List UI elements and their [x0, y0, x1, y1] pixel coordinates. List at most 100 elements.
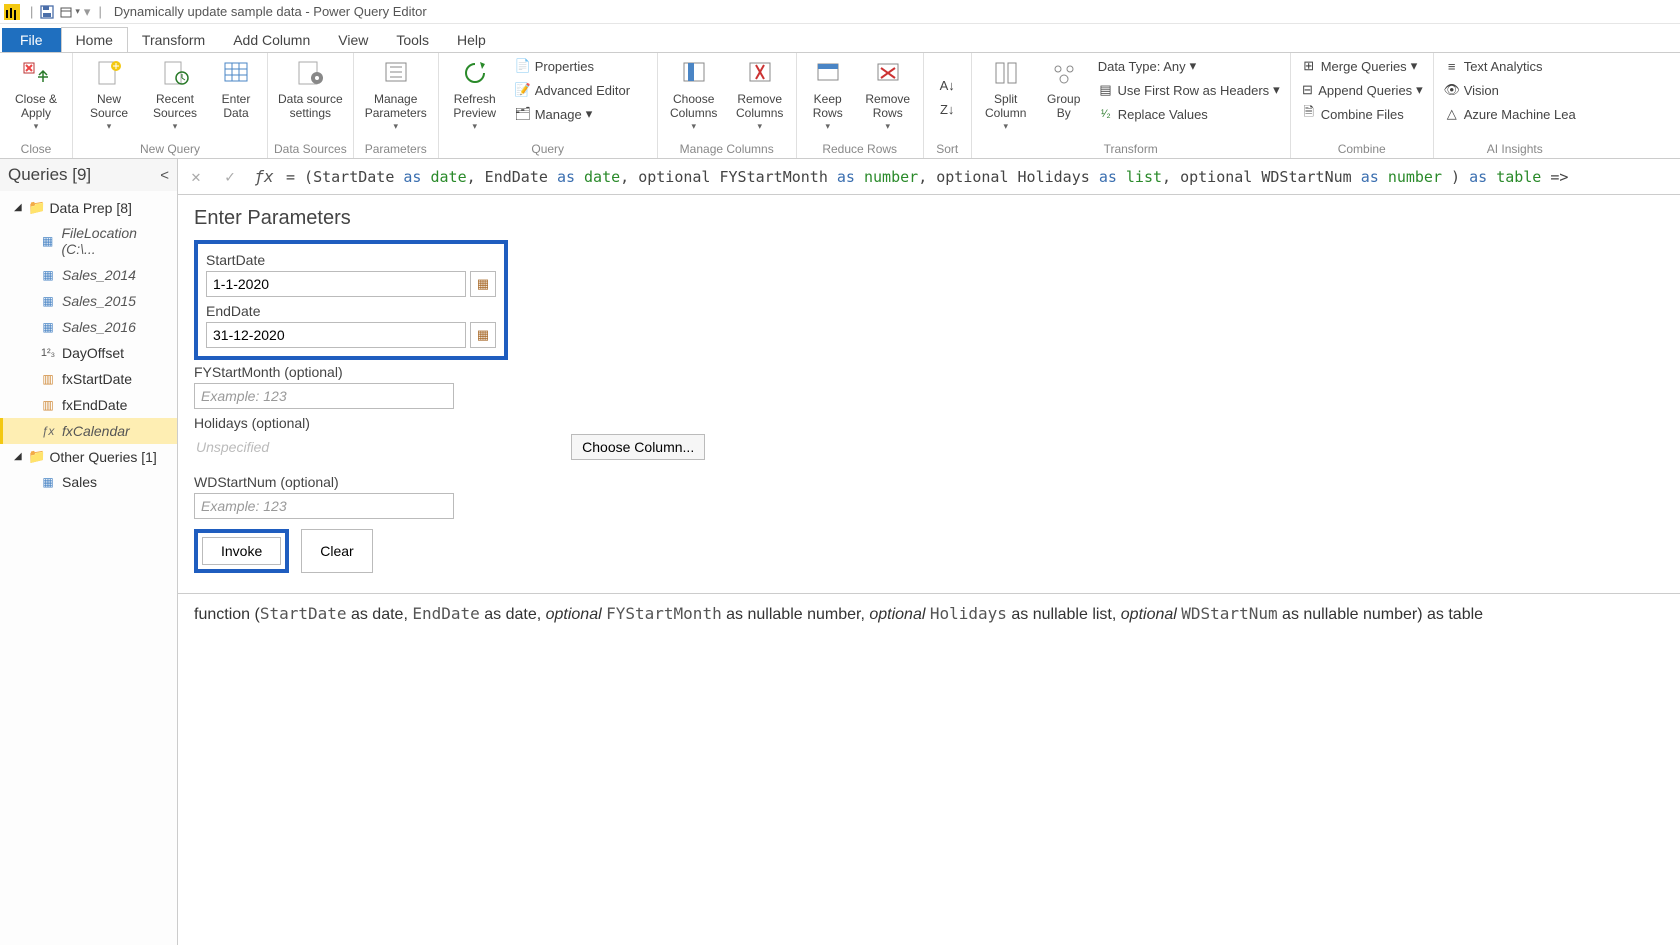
- formula-input[interactable]: = (StartDate as date, EndDate as date, o…: [286, 168, 1674, 186]
- new-source-icon: [93, 57, 125, 89]
- calendar-icon: ▦: [477, 327, 489, 343]
- sort-asc-icon: A↓: [940, 78, 955, 93]
- manage-parameters-icon: [380, 57, 412, 89]
- menu-strip: File Home Transform Add Column View Tool…: [0, 24, 1680, 52]
- split-column-icon: [990, 57, 1022, 89]
- tab-addcolumn[interactable]: Add Column: [219, 28, 324, 52]
- startdate-input[interactable]: [206, 271, 466, 297]
- query-sales-2014[interactable]: Sales_2014: [0, 262, 177, 288]
- query-dayoffset[interactable]: DayOffset: [0, 340, 177, 366]
- queries-group-dataprep[interactable]: ◢ 📁 Data Prep [8]: [0, 195, 177, 220]
- refresh-preview-button[interactable]: Refresh Preview ▾: [445, 55, 505, 133]
- new-source-button[interactable]: New Source ▾: [79, 55, 139, 133]
- headers-icon: ▤: [1098, 82, 1114, 98]
- replace-values-button[interactable]: ¹⁄₂Replace Values: [1094, 103, 1284, 125]
- enddate-picker-button[interactable]: ▦: [470, 322, 496, 348]
- wdstartnum-input[interactable]: [194, 493, 454, 519]
- function-icon: [40, 423, 56, 439]
- append-icon: ⊟: [1301, 82, 1315, 98]
- fystartmonth-label: FYStartMonth (optional): [194, 364, 1664, 380]
- parameters-panel: Enter Parameters StartDate ▦ EndDate ▦: [178, 195, 1680, 583]
- sort-asc-button[interactable]: A↓: [931, 75, 963, 97]
- holidays-label: Holidays (optional): [194, 415, 1664, 431]
- manage-button[interactable]: 🗂Manage ▾: [511, 103, 651, 125]
- queries-header: Queries [9] <: [0, 159, 177, 191]
- group-by-button[interactable]: Group By: [1040, 55, 1088, 123]
- enddate-label: EndDate: [206, 303, 496, 319]
- window-title: Dynamically update sample data - Power Q…: [114, 4, 427, 19]
- folder-icon: 📁: [28, 448, 45, 465]
- highlight-invoke-box: Invoke: [194, 529, 289, 573]
- qat-save-icon[interactable]: [37, 2, 57, 22]
- parameters-title: Enter Parameters: [194, 207, 1664, 230]
- manage-parameters-button[interactable]: Manage Parameters ▾: [360, 55, 432, 133]
- enter-data-icon: [220, 57, 252, 89]
- query-fxcalendar[interactable]: fxCalendar: [0, 418, 177, 444]
- text-analytics-button[interactable]: ≡Text Analytics: [1440, 55, 1590, 77]
- expand-icon: ◢: [14, 451, 24, 462]
- folder-icon: 📁: [28, 199, 45, 216]
- properties-button[interactable]: 📄Properties: [511, 55, 651, 77]
- choose-columns-button[interactable]: Choose Columns▾: [664, 55, 724, 133]
- holidays-unspecified: Unspecified: [194, 435, 271, 459]
- tab-view[interactable]: View: [324, 28, 382, 52]
- param-icon: [40, 233, 55, 249]
- startdate-picker-button[interactable]: ▦: [470, 271, 496, 297]
- tab-file[interactable]: File: [2, 28, 61, 52]
- remove-rows-button[interactable]: Remove Rows▾: [859, 55, 917, 133]
- append-queries-button[interactable]: ⊟Append Queries ▾: [1297, 79, 1427, 101]
- tab-help[interactable]: Help: [443, 28, 500, 52]
- clear-button[interactable]: Clear: [301, 529, 372, 573]
- sort-desc-button[interactable]: Z↓: [931, 99, 963, 121]
- cancel-formula-button[interactable]: ✕: [184, 165, 208, 189]
- app-icon: [4, 4, 20, 20]
- advanced-editor-button[interactable]: 📝Advanced Editor: [511, 79, 651, 101]
- remove-columns-icon: [744, 57, 776, 89]
- choose-column-button[interactable]: Choose Column...: [571, 434, 705, 460]
- choose-columns-icon: [678, 57, 710, 89]
- replace-icon: ¹⁄₂: [1098, 106, 1114, 122]
- combine-files-button[interactable]: 🗎Combine Files: [1297, 103, 1427, 125]
- combine-files-icon: 🗎: [1301, 106, 1317, 122]
- data-source-settings-icon: [294, 57, 326, 89]
- data-source-settings-button[interactable]: Data source settings: [274, 55, 346, 123]
- azure-ml-button[interactable]: △Azure Machine Lea: [1440, 103, 1590, 125]
- invoke-button[interactable]: Invoke: [202, 537, 281, 565]
- highlight-dates-box: StartDate ▦ EndDate ▦: [194, 240, 508, 360]
- wdstartnum-label: WDStartNum (optional): [194, 474, 1664, 490]
- expand-icon: ◢: [14, 202, 24, 213]
- function-signature: function (StartDate as date, EndDate as …: [178, 594, 1680, 634]
- qat-options-icon[interactable]: [57, 2, 77, 22]
- tab-home[interactable]: Home: [61, 27, 128, 52]
- query-fxenddate[interactable]: fxEndDate: [0, 392, 177, 418]
- query-fxstartdate[interactable]: fxStartDate: [0, 366, 177, 392]
- tab-transform[interactable]: Transform: [128, 28, 219, 52]
- startdate-label: StartDate: [206, 252, 496, 268]
- properties-icon: 📄: [515, 58, 531, 74]
- split-column-button[interactable]: Split Column▾: [978, 55, 1034, 133]
- query-sales[interactable]: Sales: [0, 469, 177, 495]
- first-row-headers-button[interactable]: ▤Use First Row as Headers ▾: [1094, 79, 1284, 101]
- queries-group-other[interactable]: ◢ 📁 Other Queries [1]: [0, 444, 177, 469]
- recent-sources-button[interactable]: Recent Sources ▾: [145, 55, 205, 133]
- close-apply-button[interactable]: Close & Apply ▾: [6, 55, 66, 133]
- query-sales-2015[interactable]: Sales_2015: [0, 288, 177, 314]
- remove-columns-button[interactable]: Remove Columns▾: [730, 55, 790, 133]
- keep-rows-button[interactable]: Keep Rows▾: [803, 55, 853, 133]
- accept-formula-button[interactable]: ✓: [218, 165, 242, 189]
- remove-rows-icon: [872, 57, 904, 89]
- vision-button[interactable]: 👁Vision: [1440, 79, 1590, 101]
- title-bar: | ▾ ▾ | Dynamically update sample data -…: [0, 0, 1680, 24]
- merge-queries-button[interactable]: ⊞Merge Queries ▾: [1297, 55, 1427, 77]
- query-filelocation[interactable]: FileLocation (C:\...: [0, 220, 177, 262]
- group-by-icon: [1048, 57, 1080, 89]
- enddate-input[interactable]: [206, 322, 466, 348]
- query-sales-2016[interactable]: Sales_2016: [0, 314, 177, 340]
- refresh-icon: [459, 57, 491, 89]
- tab-tools[interactable]: Tools: [382, 28, 443, 52]
- data-type-button[interactable]: Data Type: Any ▾: [1094, 55, 1284, 77]
- collapse-pane-icon[interactable]: <: [160, 167, 169, 184]
- enter-data-button[interactable]: Enter Data: [211, 55, 261, 123]
- fystartmonth-input[interactable]: [194, 383, 454, 409]
- fx-icon[interactable]: ƒx: [252, 165, 276, 189]
